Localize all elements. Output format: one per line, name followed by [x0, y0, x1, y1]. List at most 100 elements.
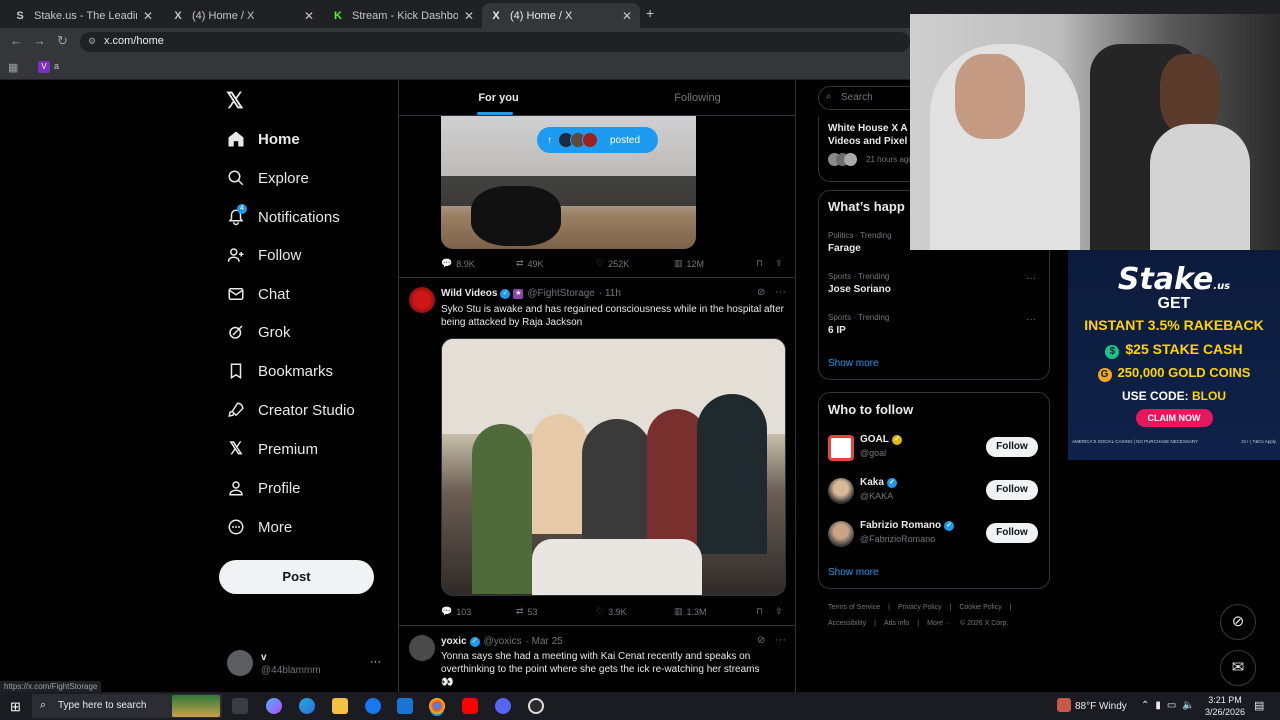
views-button[interactable]: ▥ 12M	[674, 258, 756, 269]
nav-item-grok[interactable]: Grok	[226, 320, 291, 344]
show-more-trends-link[interactable]: Show more	[828, 358, 879, 369]
browser-tab-kick[interactable]: K Stream - Kick Dashboard ✕	[324, 3, 482, 28]
share-icon[interactable]: ⇪	[775, 258, 783, 269]
show-more-follow-link[interactable]: Show more	[828, 567, 879, 578]
repost-button[interactable]: ⇄ 49K	[516, 258, 596, 269]
trend-name[interactable]: 6 IP	[828, 325, 846, 336]
account-more-icon[interactable]: ···	[370, 656, 381, 668]
system-tray-icons[interactable]: ⌃▮▭🔈	[1141, 700, 1201, 711]
browser-tab-x-home-active[interactable]: X (4) Home / X ✕	[482, 3, 640, 28]
privacy-link[interactable]: Privacy Policy	[898, 604, 942, 611]
suggestion-avatar[interactable]	[828, 478, 854, 504]
bookmark-label[interactable]: a	[54, 61, 59, 71]
notifications-icon[interactable]: ▤	[1254, 699, 1264, 712]
tweet-avatar[interactable]	[409, 287, 435, 313]
follow-button[interactable]: Follow	[986, 437, 1038, 457]
tweet-time[interactable]: · 11h	[599, 288, 621, 299]
forward-icon[interactable]: →	[33, 33, 46, 48]
close-tab-icon[interactable]: ✕	[622, 9, 632, 23]
chrome-icon[interactable]	[429, 698, 445, 714]
tweet-author-handle[interactable]: @yoxics	[484, 636, 522, 647]
search-highlight-image[interactable]	[172, 695, 220, 717]
edge-icon[interactable]	[299, 698, 315, 714]
site-info-icon[interactable]: ⚙	[88, 36, 96, 47]
discord-icon[interactable]	[495, 698, 511, 714]
tweet-author-handle[interactable]: @FightStorage	[527, 288, 594, 299]
clock-date[interactable]: 3/26/2026	[1200, 707, 1250, 717]
trend-name[interactable]: Jose Soriano	[828, 284, 891, 295]
more-options-icon[interactable]: ···	[775, 634, 786, 646]
close-tab-icon[interactable]: ✕	[464, 9, 474, 23]
follow-button[interactable]: Follow	[986, 480, 1038, 500]
grok-icon[interactable]: ⊘	[757, 287, 765, 298]
accessibility-link[interactable]: Accessibility	[828, 620, 866, 627]
more-options-icon[interactable]: ···	[775, 286, 786, 298]
more-link[interactable]: More ···	[927, 620, 952, 627]
nav-item-premium[interactable]: 𝕏 Premium	[226, 437, 318, 461]
tab-following[interactable]: Following	[598, 80, 795, 115]
tweet-author-name[interactable]: yoxic	[441, 636, 467, 647]
facebook-icon[interactable]	[365, 698, 381, 714]
bookmark-favicon-icon[interactable]: V	[38, 61, 50, 73]
like-button[interactable]: ♡ 252K	[596, 258, 674, 269]
browser-tab-stake[interactable]: S Stake.us - The Leading Social C ✕	[6, 3, 161, 28]
weather-text[interactable]: 88°F Windy	[1075, 701, 1127, 712]
ads-info-link[interactable]: Ads info	[884, 620, 909, 627]
reload-icon[interactable]: ↻	[57, 33, 68, 49]
close-tab-icon[interactable]: ✕	[143, 9, 153, 23]
post-button[interactable]: Post	[219, 560, 374, 594]
views-button[interactable]: ▥ 1.3M	[674, 606, 756, 617]
bookmark-icon[interactable]: ⊓	[756, 606, 763, 617]
trend-name[interactable]: Farage	[828, 243, 861, 254]
suggestion-name[interactable]: Fabrizio Romano ✓	[860, 520, 955, 531]
tweet-media-image[interactable]	[441, 338, 786, 596]
obs-icon[interactable]	[528, 698, 544, 714]
task-view-icon[interactable]	[232, 698, 248, 714]
reply-button[interactable]: 💬 103	[441, 606, 516, 617]
browser-tab-x-home[interactable]: X (4) Home / X ✕	[164, 3, 322, 28]
youtube-icon[interactable]	[462, 698, 478, 714]
apps-grid-icon[interactable]: ▦	[8, 61, 18, 74]
windows-start-icon[interactable]: ⊞	[10, 699, 21, 715]
follow-button[interactable]: Follow	[986, 523, 1038, 543]
nav-item-home[interactable]: Home	[226, 127, 300, 151]
nav-item-chat[interactable]: Chat	[226, 282, 290, 306]
messages-fab-icon[interactable]: ✉	[1220, 650, 1256, 686]
trend-more-icon[interactable]: ···	[1026, 273, 1036, 284]
tab-for-you[interactable]: For you	[399, 80, 598, 115]
nav-item-more[interactable]: More	[226, 515, 292, 539]
close-tab-icon[interactable]: ✕	[304, 9, 314, 23]
tweet-avatar[interactable]	[409, 635, 435, 661]
tweet-author-name[interactable]: Wild Videos	[441, 288, 497, 299]
account-avatar[interactable]	[227, 650, 253, 676]
nav-item-explore[interactable]: Explore	[226, 166, 309, 190]
like-button[interactable]: ♡ 3.9K	[596, 606, 674, 617]
reply-button[interactable]: 💬 8.9K	[441, 258, 516, 269]
suggestion-name[interactable]: GOAL ✓	[860, 434, 902, 445]
suggestion-name[interactable]: Kaka ✓	[860, 477, 897, 488]
tweet-time[interactable]: · Mar 25	[526, 636, 563, 647]
x-logo-icon[interactable]: 𝕏	[226, 88, 244, 114]
repost-button[interactable]: ⇄ 53	[516, 606, 596, 617]
cookie-link[interactable]: Cookie Policy	[959, 604, 1001, 611]
suggestion-avatar[interactable]	[828, 435, 854, 461]
mail-icon[interactable]	[397, 698, 413, 714]
new-tab-button[interactable]: +	[646, 5, 654, 21]
grok-fab-icon[interactable]: ⊘	[1220, 604, 1256, 640]
grok-icon[interactable]: ⊘	[757, 635, 765, 646]
bookmark-icon[interactable]: ⊓	[756, 258, 763, 269]
back-icon[interactable]: ←	[10, 33, 23, 48]
trend-more-icon[interactable]: ···	[1026, 314, 1036, 325]
new-posts-pill[interactable]: ↑ posted	[537, 127, 658, 153]
url-field[interactable]: x.com/home	[80, 32, 910, 52]
nav-item-bookmarks[interactable]: Bookmarks	[226, 359, 333, 383]
clock-time[interactable]: 3:21 PM	[1205, 695, 1245, 705]
news-title-2[interactable]: Videos and Pixel	[828, 136, 907, 147]
copilot-icon[interactable]	[266, 698, 282, 714]
file-explorer-icon[interactable]	[332, 698, 348, 714]
share-icon[interactable]: ⇪	[775, 606, 783, 617]
nav-item-notifications[interactable]: 4 Notifications	[226, 204, 340, 229]
nav-item-follow[interactable]: Follow	[226, 243, 301, 267]
terms-link[interactable]: Terms of Service	[828, 604, 880, 611]
suggestion-avatar[interactable]	[828, 521, 854, 547]
